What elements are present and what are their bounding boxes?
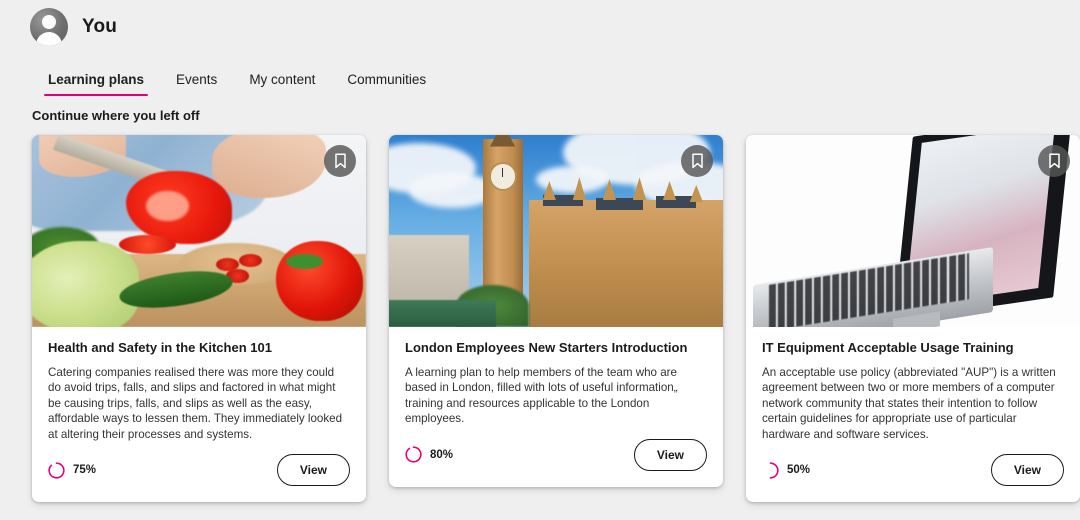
bookmark-button[interactable] — [681, 145, 713, 177]
card-title: IT Equipment Acceptable Usage Training — [762, 340, 1014, 355]
tab-learning-plans-label: Learning plans — [48, 71, 145, 87]
london-big-ben-image — [389, 135, 723, 327]
user-avatar-icon[interactable] — [30, 8, 68, 46]
card-body: IT Equipment Acceptable Usage Training A… — [746, 327, 1080, 442]
view-button[interactable]: View — [633, 438, 707, 471]
tab-events-label: Events — [176, 71, 218, 87]
progress-label: 75% — [73, 464, 97, 477]
card-description: A learning plan to help members of the t… — [405, 366, 678, 426]
card-body: London Employees New Starters Introducti… — [389, 327, 723, 427]
page-header: You — [0, 0, 1080, 48]
bookmark-icon — [334, 153, 346, 169]
avatar-head-shape — [42, 15, 56, 29]
list-item[interactable]: London Employees New Starters Introducti… — [389, 135, 723, 487]
tab-learning-plans[interactable]: Learning plans — [32, 71, 160, 97]
kitchen-vegetables-image — [32, 135, 366, 327]
progress-ring-icon — [405, 446, 422, 463]
card-footer: 80% View — [389, 427, 723, 487]
tab-communities-label: Communities — [347, 71, 427, 87]
list-item[interactable]: Health and Safety in the Kitchen 101 Cat… — [32, 135, 366, 503]
list-item[interactable]: IT Equipment Acceptable Usage Training A… — [746, 135, 1080, 503]
tab-bar: Learning plans Events My content Communi… — [0, 56, 1080, 96]
tab-my-content[interactable]: My content — [233, 71, 331, 97]
view-button[interactable]: View — [990, 454, 1064, 487]
progress-label: 50% — [787, 464, 811, 477]
card-footer: 75% View — [32, 442, 366, 502]
progress-ring-icon — [769, 461, 779, 479]
bookmark-button[interactable] — [324, 145, 356, 177]
progress-label: 80% — [430, 448, 454, 461]
laptop-computer-image — [746, 135, 1080, 327]
card-body: Health and Safety in the Kitchen 101 Cat… — [32, 327, 366, 442]
card-list: Health and Safety in the Kitchen 101 Cat… — [0, 123, 1080, 503]
bookmark-icon — [1048, 153, 1060, 169]
progress-indicator: 80% — [405, 446, 453, 463]
learning-plans-page: You Learning plans Events My content Com… — [0, 0, 1080, 520]
card-description: Catering companies realised there was mo… — [48, 366, 343, 441]
progress-ring-icon — [48, 461, 65, 479]
view-button[interactable]: View — [276, 454, 350, 487]
tab-events[interactable]: Events — [160, 71, 233, 97]
page-title: You — [82, 16, 118, 37]
card-description: An acceptable use policy (abbreviated "A… — [762, 366, 1056, 441]
card-title: London Employees New Starters Introducti… — [405, 340, 688, 355]
progress-indicator: 75% — [48, 461, 97, 479]
bookmark-icon — [691, 153, 703, 169]
section-heading: Continue where you left off — [32, 108, 200, 123]
avatar-body-shape — [36, 32, 62, 46]
card-footer: 50% View — [746, 442, 1080, 502]
tab-my-content-label: My content — [249, 71, 316, 87]
card-title: Health and Safety in the Kitchen 101 — [48, 340, 272, 355]
tab-communities[interactable]: Communities — [331, 71, 442, 97]
bookmark-button[interactable] — [1038, 145, 1070, 177]
progress-indicator: 50% — [762, 461, 811, 479]
